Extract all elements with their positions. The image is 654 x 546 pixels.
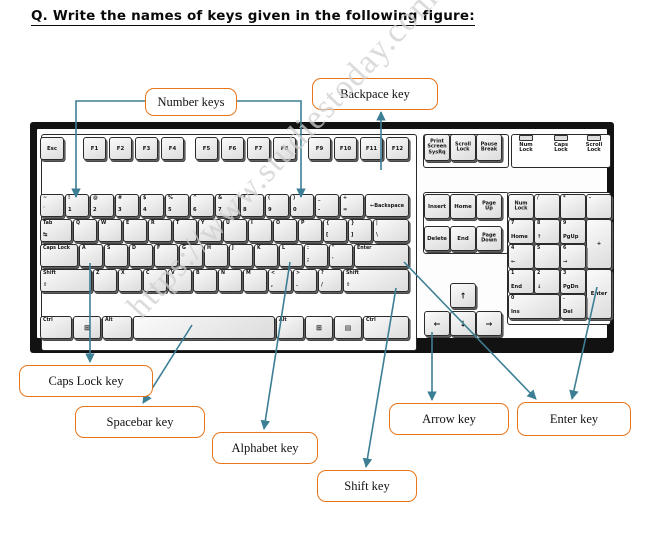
callout-enter-key: Enter key	[517, 402, 631, 436]
callout-caps-lock-key: Caps Lock key	[19, 365, 153, 397]
callout-spacebar-key: Spacebar key	[75, 406, 205, 438]
wire-number-left	[71, 100, 145, 198]
wire-alphabet	[260, 261, 291, 430]
callout-shift-key: Shift key	[317, 470, 417, 502]
wire-enter-numpad	[569, 286, 598, 400]
callout-label: Enter key	[549, 411, 599, 426]
wire-shift	[362, 287, 397, 468]
wire-enter-main	[403, 261, 537, 400]
callout-label: Arrow key	[422, 411, 476, 426]
callout-number-keys: Number keys	[145, 88, 237, 116]
callout-label: Number keys	[157, 94, 225, 109]
callout-label: Caps Lock key	[48, 373, 124, 388]
callout-backspace-key: Backpace key	[312, 78, 438, 110]
callout-label: Shift key	[344, 478, 390, 493]
callout-alphabet-key: Alphabet key	[212, 432, 318, 464]
worksheet-page: Q. Write the names of keys given in the …	[0, 0, 654, 546]
callout-label: Alphabet key	[231, 440, 299, 455]
callout-arrow-key: Arrow key	[389, 403, 509, 435]
callout-label: Backpace key	[340, 86, 410, 101]
callout-label: Spacebar key	[106, 414, 174, 429]
wire-number-right	[235, 100, 306, 198]
